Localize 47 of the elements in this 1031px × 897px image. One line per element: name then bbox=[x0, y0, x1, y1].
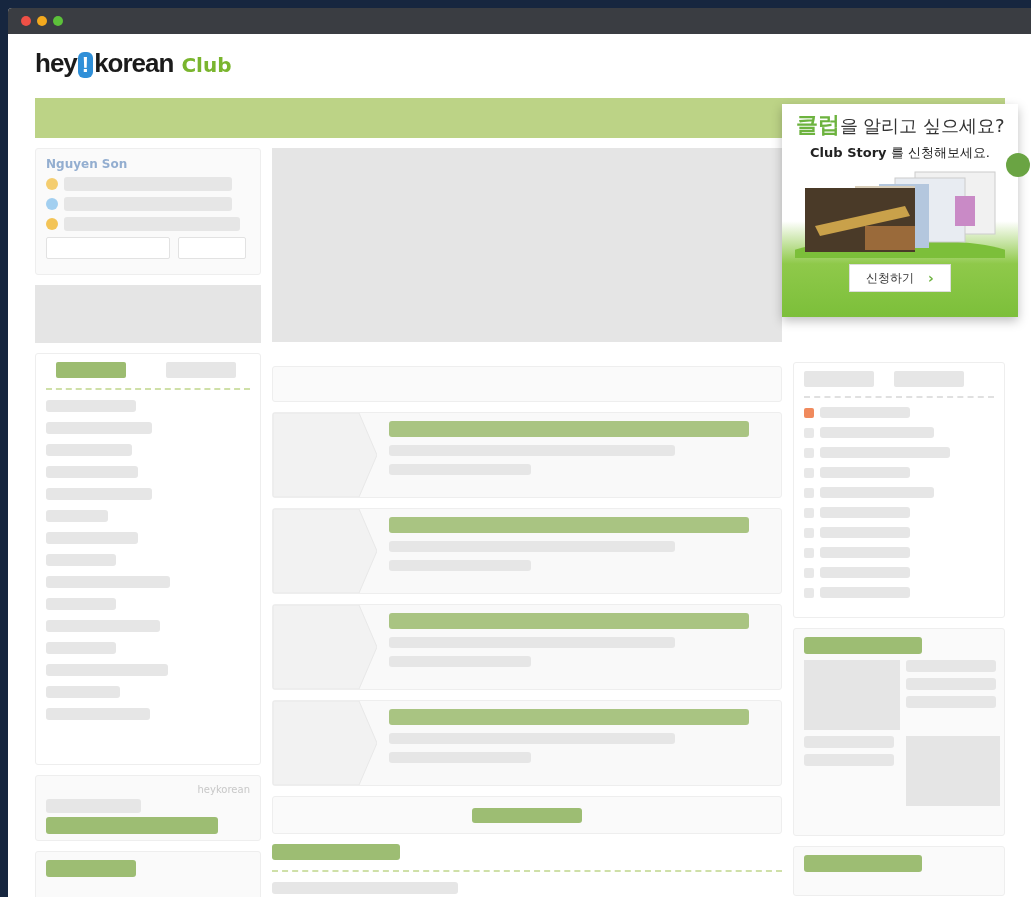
input-field[interactable] bbox=[178, 237, 246, 259]
list-bar[interactable] bbox=[46, 554, 116, 566]
logo-text: korean bbox=[94, 48, 174, 79]
tab[interactable] bbox=[894, 371, 964, 387]
logo-text: hey bbox=[35, 48, 77, 79]
list-bar[interactable] bbox=[820, 407, 910, 418]
input-field[interactable] bbox=[46, 237, 170, 259]
more-bar[interactable] bbox=[472, 807, 582, 823]
list-bar[interactable] bbox=[46, 422, 152, 434]
zoom-dot[interactable] bbox=[53, 16, 63, 26]
list-bar[interactable] bbox=[46, 510, 108, 522]
list-bar[interactable] bbox=[820, 507, 910, 518]
ad-banner[interactable]: 클럽 을 알리고 싶으세요? Club Story 를 신청해보세요. 신청하기 › bbox=[782, 104, 1018, 317]
list-bar[interactable] bbox=[46, 598, 116, 610]
list-bar[interactable] bbox=[46, 620, 160, 632]
logo-club-text: Club bbox=[181, 53, 232, 77]
list-bar[interactable] bbox=[46, 664, 168, 676]
list-bar[interactable] bbox=[820, 547, 910, 558]
list-bar[interactable] bbox=[820, 487, 934, 498]
checkbox[interactable] bbox=[804, 407, 814, 418]
close-dot[interactable] bbox=[21, 16, 31, 26]
logo-mark: ! bbox=[77, 52, 94, 78]
tab[interactable] bbox=[804, 371, 874, 387]
list-bar[interactable] bbox=[820, 527, 910, 538]
list-bar[interactable] bbox=[820, 467, 910, 478]
minimize-dot[interactable] bbox=[37, 16, 47, 26]
list-bar[interactable] bbox=[820, 587, 910, 598]
user-name: Nguyen Son bbox=[46, 157, 129, 171]
apply-button[interactable]: 신청하기 › bbox=[849, 264, 951, 292]
globe-icon bbox=[46, 198, 58, 210]
list-bar[interactable] bbox=[820, 447, 950, 458]
list-bar[interactable] bbox=[46, 576, 170, 588]
list-bar[interactable] bbox=[46, 466, 138, 478]
tab[interactable] bbox=[166, 362, 236, 378]
status-dot bbox=[1006, 153, 1030, 177]
list-bar[interactable] bbox=[46, 444, 132, 456]
list-bar[interactable] bbox=[46, 532, 138, 544]
ad-headline: 클럽 을 알리고 싶으세요? bbox=[795, 111, 1005, 139]
ad-subline: Club Story 를 신청해보세요. bbox=[810, 144, 990, 162]
list-bar[interactable] bbox=[46, 400, 136, 412]
list-bar[interactable] bbox=[46, 686, 120, 698]
list-bar[interactable] bbox=[820, 567, 910, 578]
list-bar[interactable] bbox=[46, 708, 150, 720]
list-bar[interactable] bbox=[820, 427, 934, 438]
list-bar[interactable] bbox=[46, 642, 116, 654]
tab[interactable] bbox=[56, 362, 126, 378]
list-bar[interactable] bbox=[46, 488, 152, 500]
